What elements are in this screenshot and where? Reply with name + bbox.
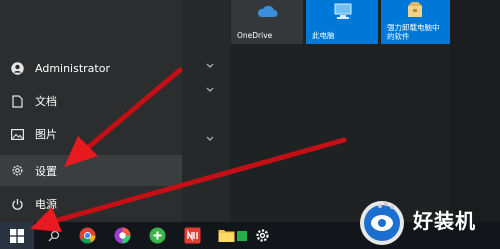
- start-button[interactable]: [0, 222, 34, 249]
- red-app-icon: [184, 227, 201, 244]
- document-icon: [10, 94, 24, 108]
- nav-item-pictures[interactable]: 图片: [0, 119, 182, 149]
- nav-item-documents[interactable]: 文档: [0, 86, 182, 116]
- tile-uninstaller-label: 强力卸载电脑中 的软件: [387, 23, 440, 41]
- nav-item-documents-label: 文档: [35, 95, 57, 108]
- tile-uninstaller-label-line2: 的软件: [387, 32, 410, 41]
- search-button[interactable]: [44, 226, 63, 245]
- package-icon: [408, 2, 422, 17]
- computer-icon: [334, 3, 352, 19]
- red-app-taskbar-button[interactable]: [183, 226, 202, 245]
- green-square-taskbar-button[interactable]: [232, 226, 251, 245]
- desktop-background: [450, 0, 500, 222]
- nav-item-user[interactable]: Administrator: [0, 53, 182, 83]
- browser-taskbar-button[interactable]: [113, 226, 132, 245]
- picture-icon: [10, 127, 24, 141]
- tile-this-pc[interactable]: 此电脑: [306, 0, 378, 44]
- green-app-icon: [149, 227, 166, 244]
- start-menu-group-column: [182, 0, 230, 222]
- power-icon: [10, 197, 24, 211]
- nav-item-user-label: Administrator: [35, 61, 110, 75]
- chrome-taskbar-button[interactable]: [78, 226, 97, 245]
- tile-onedrive-label: OneDrive: [237, 31, 273, 40]
- tile-uninstaller-label-line1: 强力卸载电脑中: [387, 23, 440, 32]
- windows-start-icon: [10, 228, 24, 243]
- gear-icon: [10, 164, 24, 178]
- green-app-taskbar-button[interactable]: [148, 226, 167, 245]
- tile-onedrive[interactable]: OneDrive: [231, 0, 303, 44]
- chrome-icon: [79, 227, 96, 244]
- search-icon: [48, 230, 59, 241]
- nav-item-pictures-label: 图片: [35, 128, 57, 141]
- colorful-browser-icon: [114, 227, 131, 244]
- nav-item-settings-label: 设置: [35, 164, 57, 178]
- green-square-icon: [236, 230, 247, 241]
- nav-item-settings[interactable]: 设置: [0, 155, 182, 186]
- tile-uninstaller[interactable]: 强力卸载电脑中 的软件: [381, 0, 450, 44]
- chevron-down-icon[interactable]: [205, 135, 215, 143]
- settings-taskbar-button[interactable]: [253, 226, 272, 245]
- nav-item-power[interactable]: 电源: [0, 189, 182, 219]
- tile-this-pc-label: 此电脑: [312, 31, 335, 40]
- cloud-icon: [257, 5, 278, 17]
- chevron-down-icon[interactable]: [205, 62, 215, 70]
- nav-item-power-label: 电源: [35, 198, 57, 211]
- settings-gear-icon: [256, 229, 269, 242]
- watermark-text: 好装机: [413, 209, 476, 233]
- user-icon: [10, 61, 24, 75]
- chevron-down-icon[interactable]: [205, 86, 215, 94]
